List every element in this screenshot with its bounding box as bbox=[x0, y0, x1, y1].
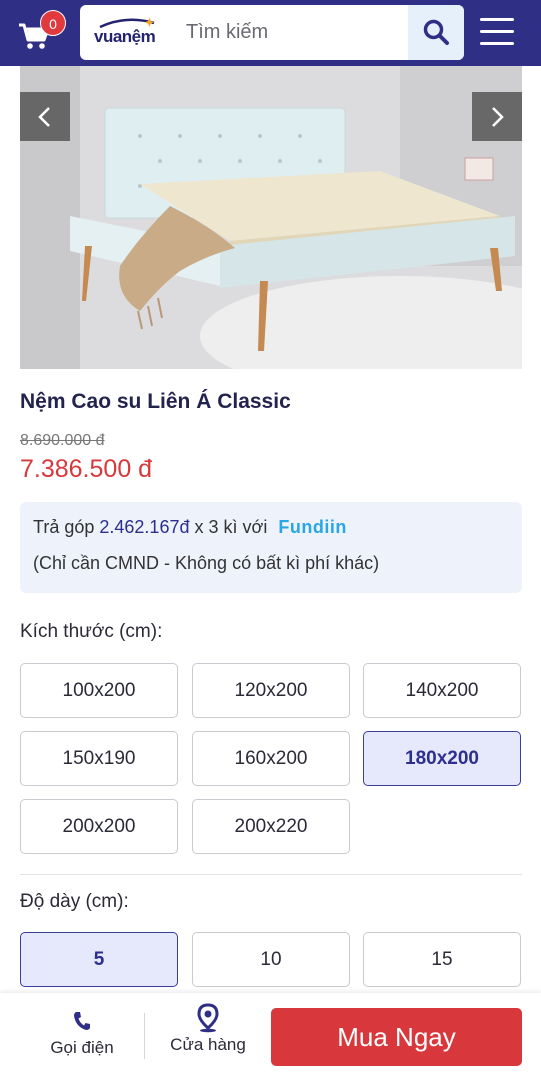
thickness-option[interactable]: 15 bbox=[363, 932, 521, 987]
store-button[interactable]: Cửa hàng bbox=[160, 1003, 256, 1063]
search-input[interactable] bbox=[186, 5, 406, 60]
product-image bbox=[20, 66, 522, 369]
bottom-action-bar: Gọi điện Cửa hàng Mua Ngay bbox=[0, 993, 541, 1080]
installment-line: Trả góp 2.462.167đ x 3 kì với Fundiin bbox=[33, 517, 347, 538]
thickness-label: Độ dày (cm): bbox=[20, 891, 129, 912]
store-label: Cửa hàng bbox=[170, 1035, 246, 1054]
buy-now-button[interactable]: Mua Ngay bbox=[271, 1008, 522, 1066]
search-button[interactable] bbox=[408, 5, 464, 60]
carousel-prev-button[interactable] bbox=[20, 92, 70, 141]
search-box: vuanệm bbox=[80, 5, 464, 60]
top-header: 0 vuanệm bbox=[0, 0, 541, 66]
divider bbox=[20, 874, 522, 875]
size-label: Kích thước (cm): bbox=[20, 621, 163, 642]
installment-box[interactable]: Trả góp 2.462.167đ x 3 kì với Fundiin (C… bbox=[20, 502, 522, 593]
fundiin-logo: Fundiin bbox=[278, 517, 347, 537]
thickness-option-selected[interactable]: 5 bbox=[20, 932, 178, 987]
installment-note: (Chỉ cần CMND - Không có bất kì phí khác… bbox=[33, 553, 380, 573]
size-option[interactable]: 120x200 bbox=[192, 663, 350, 718]
call-label: Gọi điện bbox=[50, 1038, 114, 1057]
map-pin-icon bbox=[197, 1003, 219, 1033]
product-image-carousel[interactable] bbox=[20, 66, 522, 369]
size-option[interactable]: 150x190 bbox=[20, 731, 178, 786]
hamburger-menu-icon bbox=[480, 42, 514, 45]
chevron-left-icon bbox=[38, 107, 50, 127]
installment-terms: x 3 kì với bbox=[194, 517, 268, 537]
vuanem-logo[interactable]: vuanệm bbox=[94, 15, 170, 49]
call-button[interactable]: Gọi điện bbox=[36, 1007, 128, 1063]
cart-button[interactable]: 0 bbox=[18, 10, 66, 50]
size-option[interactable]: 200x200 bbox=[20, 799, 178, 854]
size-option[interactable]: 140x200 bbox=[363, 663, 521, 718]
thickness-option[interactable]: 10 bbox=[192, 932, 350, 987]
size-option[interactable]: 200x220 bbox=[192, 799, 350, 854]
hamburger-menu-icon bbox=[480, 18, 514, 21]
search-icon bbox=[423, 19, 449, 45]
original-price: 8.690.000 đ bbox=[20, 432, 105, 449]
menu-button[interactable] bbox=[478, 16, 518, 48]
product-title: Nệm Cao su Liên Á Classic bbox=[20, 390, 291, 413]
divider bbox=[144, 1013, 145, 1059]
installment-amount: 2.462.167đ bbox=[99, 517, 190, 537]
phone-icon bbox=[74, 1012, 90, 1030]
chevron-right-icon bbox=[492, 107, 504, 127]
size-option[interactable]: 100x200 bbox=[20, 663, 178, 718]
size-option[interactable]: 160x200 bbox=[192, 731, 350, 786]
logo-text: vuanệm bbox=[94, 27, 156, 46]
sale-price: 7.386.500 đ bbox=[20, 455, 153, 483]
size-option-selected[interactable]: 180x200 bbox=[363, 731, 521, 786]
installment-prefix: Trả góp bbox=[33, 517, 95, 537]
carousel-next-button[interactable] bbox=[472, 92, 522, 141]
hamburger-menu-icon bbox=[480, 30, 514, 33]
cart-count-badge: 0 bbox=[40, 10, 66, 36]
